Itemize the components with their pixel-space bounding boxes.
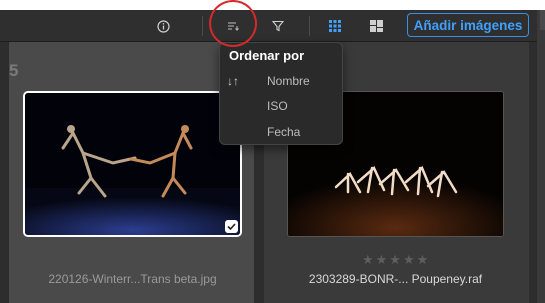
filter-icon[interactable] [268,16,288,36]
photo-count: 5 [9,61,19,80]
toolbar: Añadir imágenes [0,10,545,42]
sort-option-iso[interactable]: ISO [267,99,288,113]
photo-filename: 2303289-BONR-... Poupeney.raf [308,272,483,286]
sort-dropdown-menu: Ordenar por ↓↑ Nombre ISO Fecha [219,42,343,145]
grid-view-icon[interactable] [325,16,345,36]
highlight-circle [209,0,257,47]
mosaic-view-icon[interactable] [366,16,386,36]
selected-checkmark-icon[interactable] [225,220,238,233]
sort-menu-title: Ordenar por [229,48,305,63]
scrollbar-track[interactable] [537,10,545,303]
star-rating[interactable]: ★★★★★ [362,252,430,268]
photo-thumbnail-dancers-duet[interactable] [23,91,242,237]
add-images-button[interactable]: Añadir imágenes [407,13,529,37]
toolbar-separator [202,16,203,36]
photo-filename: 220126-Winterr...Trans beta.jpg [48,272,217,286]
info-icon[interactable] [153,16,173,36]
sort-option-name[interactable]: Nombre [267,74,310,88]
toolbar-separator [309,16,310,36]
sort-direction-icon[interactable]: ↓↑ [227,74,239,88]
sort-option-date[interactable]: Fecha [267,125,300,139]
scrollbar-thumb[interactable] [540,10,545,30]
top-strip [0,0,545,10]
